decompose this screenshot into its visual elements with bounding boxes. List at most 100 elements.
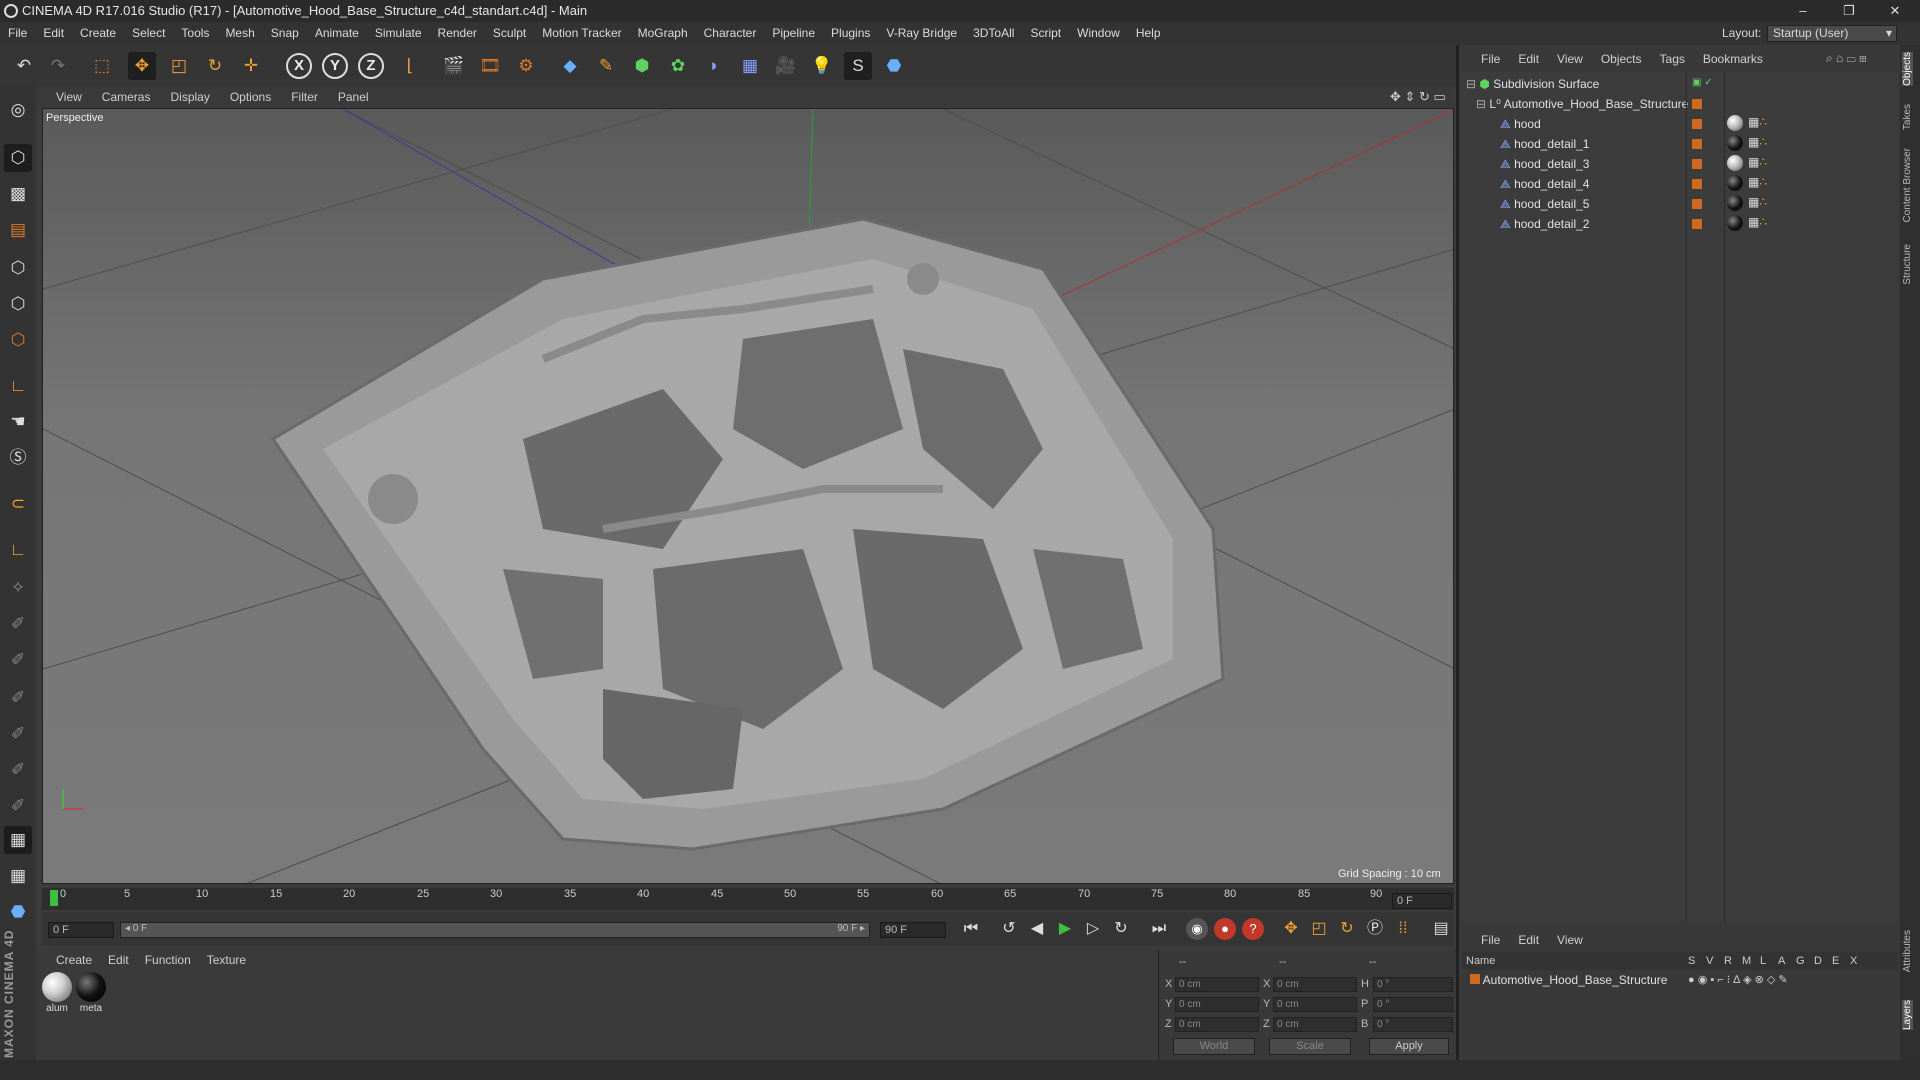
brush-p-icon[interactable]: ✐ (4, 610, 32, 638)
obj-menu-view[interactable]: View (1548, 49, 1592, 69)
menu-select[interactable]: Select (124, 22, 173, 45)
menu-script[interactable]: Script (1022, 22, 1069, 45)
tab-takes[interactable]: Takes (1902, 104, 1913, 130)
motion-record-icon[interactable]: ◉ (1186, 918, 1208, 940)
model-mode-icon[interactable]: ⬡ (4, 144, 32, 172)
tab-attributes[interactable]: Attributes (1902, 930, 1913, 972)
uvw-tag-icon[interactable]: ▦∴ (1748, 115, 1767, 129)
frame-range-scrubber[interactable]: ◂ 0 F 90 F ▸ (120, 922, 870, 938)
close-button[interactable]: ✕ (1872, 0, 1918, 22)
menu-help[interactable]: Help (1128, 22, 1169, 45)
workplane-mode-icon[interactable]: ▤ (4, 216, 32, 244)
key-position-icon[interactable]: ✥ (1280, 918, 1302, 940)
menu-mograph[interactable]: MoGraph (630, 22, 696, 45)
layer-menu-view[interactable]: View (1548, 930, 1592, 950)
light-icon[interactable]: 💡 (808, 52, 836, 80)
layer-color-icon[interactable] (1692, 159, 1702, 169)
go-to-start-icon[interactable]: ⏮ (960, 918, 982, 940)
solo-mode-icon[interactable]: ▦ (4, 862, 32, 890)
brush-extra-icon[interactable]: ✐ (4, 720, 32, 748)
previous-key-icon[interactable]: ↺ (998, 918, 1020, 940)
polygons-mode-icon[interactable]: ⬡ (4, 326, 32, 354)
previous-frame-icon[interactable]: ◀ (1026, 918, 1048, 940)
timeline-window-icon[interactable]: ▤ (1430, 918, 1452, 940)
key-pla-icon[interactable]: ⁞⁞ (1392, 918, 1414, 940)
transform-tool-icon[interactable]: ✛ (237, 52, 265, 80)
deformer-icon[interactable]: ◗ (700, 52, 728, 80)
tab-content-browser[interactable]: Content Browser (1902, 148, 1913, 222)
object-row-subdivision[interactable]: ⊟ ⬢ Subdivision Surface (1466, 74, 1599, 94)
position-y-field[interactable]: 0 cm (1175, 997, 1259, 1012)
points-mode-icon[interactable]: ⬡ (4, 254, 32, 282)
menu-vray-bridge[interactable]: V-Ray Bridge (878, 22, 965, 45)
object-row-hood-detail-4[interactable]: ⟁ hood_detail_4 (1500, 174, 1589, 194)
menu-plugins[interactable]: Plugins (823, 22, 878, 45)
cube-primitive-icon[interactable]: ◆ (556, 52, 584, 80)
magnet-icon[interactable]: ⊂ (4, 490, 32, 518)
layer-row[interactable]: Automotive_Hood_Base_Structure (1470, 970, 1667, 990)
position-z-field[interactable]: 0 cm (1175, 1017, 1259, 1032)
render-picture-viewer-icon[interactable]: 🎞 (476, 52, 504, 80)
menu-window[interactable]: Window (1069, 22, 1128, 45)
object-row-hood-detail-3[interactable]: ⟁ hood_detail_3 (1500, 154, 1589, 174)
uvw-tag-icon[interactable]: ▦∴ (1748, 135, 1767, 149)
menu-snap[interactable]: Snap (263, 22, 307, 45)
live-selection-icon[interactable]: ⬚ (88, 52, 116, 80)
material-tag-icon[interactable] (1727, 155, 1743, 171)
obj-menu-tags[interactable]: Tags (1651, 49, 1694, 69)
key-rotation-icon[interactable]: ↻ (1336, 918, 1358, 940)
obj-menu-file[interactable]: File (1459, 49, 1509, 69)
key-scale-icon[interactable]: ◰ (1308, 918, 1330, 940)
menu-create[interactable]: Create (72, 22, 124, 45)
x-axis-lock-button[interactable]: X (286, 53, 312, 79)
uvw-tag-icon[interactable]: ▦∴ (1748, 195, 1767, 209)
menu-3dtoall[interactable]: 3DToAll (965, 22, 1022, 45)
brush-r-icon[interactable]: ✐ (4, 646, 32, 674)
axis-tool-icon[interactable]: ∟ (4, 536, 32, 564)
material-tag-icon[interactable] (1727, 215, 1743, 231)
play-icon[interactable]: ▶ (1054, 918, 1076, 940)
scale-tool-icon[interactable]: ◰ (165, 52, 193, 80)
object-row-hood[interactable]: ⟁ hood (1500, 114, 1541, 134)
edges-mode-icon[interactable]: ⬡ (4, 290, 32, 318)
material-menu-texture[interactable]: Texture (199, 950, 254, 970)
render-view-icon[interactable]: 🎬 (440, 52, 468, 80)
go-to-end-icon[interactable]: ⏭ (1148, 918, 1170, 940)
tweak-mode-icon[interactable]: ☚ (4, 408, 32, 436)
uvw-tag-icon[interactable]: ▦∴ (1748, 155, 1767, 169)
enable-axis-icon[interactable]: ∟ (4, 372, 32, 400)
object-row-hood-detail-2[interactable]: ⟁ hood_detail_2 (1500, 214, 1589, 234)
material-tag-icon[interactable] (1727, 135, 1743, 151)
coordinate-system-icon[interactable]: ⌊ (396, 52, 424, 80)
layer-flags-icons[interactable]: ● ◉ ▪ ⌐ ⁝ ∆ ◈ ⊗ ◇ ✎ (1688, 970, 1788, 990)
viewport-menu-view[interactable]: View (36, 87, 92, 107)
coord-system-select[interactable]: World (1173, 1038, 1255, 1055)
minimize-button[interactable]: – (1780, 0, 1826, 22)
size-x-field[interactable]: 0 cm (1273, 977, 1357, 992)
layer-color-icon[interactable] (1692, 119, 1702, 129)
viewport-menu-filter[interactable]: Filter (281, 87, 328, 107)
viewport-menu-panel[interactable]: Panel (328, 87, 379, 107)
make-editable-icon[interactable]: ◎ (4, 96, 32, 124)
obj-menu-objects[interactable]: Objects (1592, 49, 1651, 69)
current-frame-field[interactable]: 0 F (1392, 893, 1452, 909)
start-frame-field[interactable]: 0 F (48, 922, 114, 938)
menu-file[interactable]: File (0, 22, 35, 45)
menu-tools[interactable]: Tools (173, 22, 217, 45)
menu-character[interactable]: Character (696, 22, 765, 45)
timeline-playhead[interactable] (50, 890, 58, 906)
enable-check-icon[interactable]: ▣ ✓ (1692, 77, 1713, 88)
z-axis-lock-button[interactable]: Z (358, 53, 384, 79)
menu-mesh[interactable]: Mesh (217, 22, 262, 45)
material-tag-icon[interactable] (1727, 115, 1743, 131)
move-tool-icon[interactable]: ✥ (128, 52, 156, 80)
layer-menu-edit[interactable]: Edit (1509, 930, 1548, 950)
key-param-icon[interactable]: Ⓟ (1364, 918, 1386, 940)
material-menu-create[interactable]: Create (36, 950, 100, 970)
object-row-hood-detail-5[interactable]: ⟁ hood_detail_5 (1500, 194, 1589, 214)
snap-icon[interactable]: Ⓢ (4, 444, 32, 472)
material-alum-swatch[interactable] (42, 972, 72, 1002)
python-left-icon[interactable]: ⬣ (4, 898, 32, 926)
uvw-tag-icon[interactable]: ▦∴ (1748, 215, 1767, 229)
autokey-icon[interactable]: ? (1242, 918, 1264, 940)
